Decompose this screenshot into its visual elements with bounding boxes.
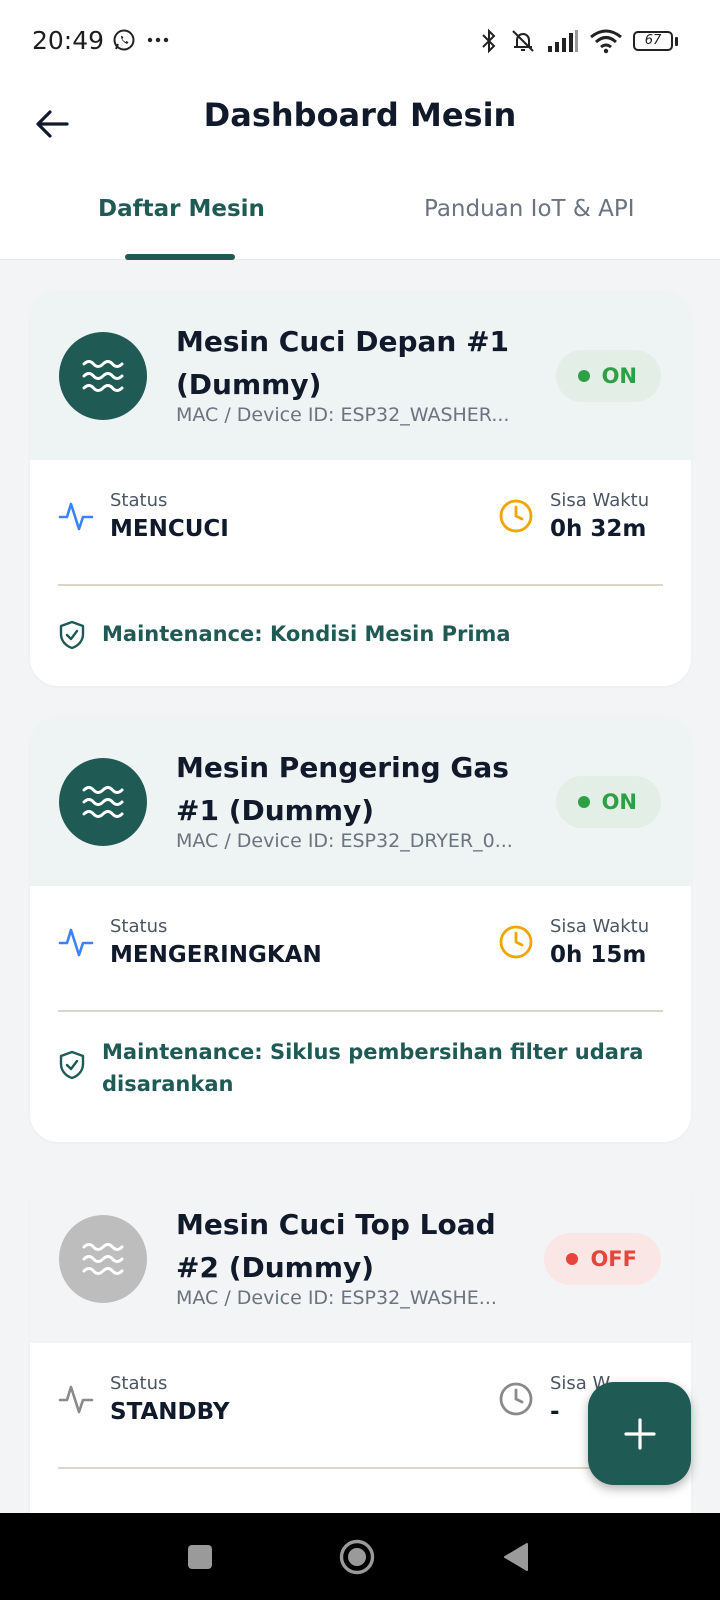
activity-icon [58,1385,94,1414]
remaining-time-value: 0h 32m [550,516,647,542]
add-machine-button[interactable] [588,1382,691,1485]
status-badge-label: OFF [590,1247,637,1271]
circle-icon [339,1539,375,1575]
triangle-back-icon [504,1543,528,1571]
status-bar: 20:49 67 [0,0,720,84]
machine-avatar [59,1215,147,1303]
activity-icon [58,502,94,531]
back-nav-button[interactable] [494,1535,538,1579]
divider [58,584,663,586]
mute-bell-icon [512,30,534,52]
remaining-time-value: 0h 15m [550,942,647,968]
status-badge: OFF [544,1233,661,1285]
tab-daftar-mesin[interactable]: Daftar Mesin [98,196,265,222]
page-title: Dashboard Mesin [203,96,517,134]
tab-bar: Daftar Mesin Panduan IoT & API [0,174,720,260]
machine-avatar [59,758,147,846]
recents-button[interactable] [178,1535,222,1579]
clock-icon [499,499,533,533]
whatsapp-icon [113,29,135,51]
shield-check-icon [59,620,85,650]
more-notifications-icon [147,37,169,43]
machine-name: Mesin Cuci Depan #1 (Dummy) [176,325,510,401]
clock-icon [499,925,533,959]
app-bar: Dashboard Mesin [0,84,720,174]
activity-icon [58,928,94,957]
status-badge: ON [555,776,661,828]
waves-icon [82,786,124,818]
maintenance-note: Maintenance: Kondisi Mesin Prima [102,622,511,646]
status-dot [577,370,590,382]
status-dot [566,1253,579,1265]
machine-device-id: MAC / Device ID: ESP32_WASHER... [176,404,510,426]
battery-level: 67 [633,31,673,51]
machine-device-id: MAC / Device ID: ESP32_WASHE... [176,1287,497,1309]
status-label: Status [110,916,168,937]
bluetooth-icon [482,28,496,54]
waves-icon [82,1243,124,1275]
remaining-time-value: - [550,1399,560,1425]
remaining-time-label: Sisa Waktu [550,916,650,937]
clock-icon [499,1382,533,1416]
status-badge-label: ON [601,364,637,388]
status-label: Status [110,1373,168,1394]
shield-check-icon [59,1050,85,1080]
divider [58,1467,663,1469]
status-dot [577,796,590,808]
divider [58,1010,663,1012]
plus-icon [623,1417,656,1450]
battery-icon: 67 [633,31,678,51]
signal-icon [548,30,578,52]
status-badge: ON [555,350,661,402]
machine-name: Mesin Cuci Top Load #2 (Dummy) [176,1208,496,1284]
tab-panduan-iot-api[interactable]: Panduan IoT & API [424,196,635,222]
machine-name: Mesin Pengering Gas #1 (Dummy) [176,751,509,827]
status-label: Status [110,490,168,511]
square-icon [188,1545,212,1569]
machine-card[interactable]: Mesin Pengering Gas #1 (Dummy) MAC / Dev… [30,716,691,1142]
status-badge-label: ON [601,790,637,814]
system-navigation-bar [0,1513,720,1600]
machine-avatar [59,332,147,420]
status-value: MENGERINGKAN [110,942,322,968]
machine-device-id: MAC / Device ID: ESP32_DRYER_0... [176,830,513,852]
machine-card[interactable]: Mesin Cuci Depan #1 (Dummy) MAC / Device… [30,290,691,686]
remaining-time-label: Sisa Waktu [550,490,650,511]
home-button[interactable] [335,1535,379,1579]
status-value: STANDBY [110,1399,230,1425]
tab-active-indicator [125,254,235,260]
waves-icon [82,360,124,392]
wifi-icon [590,29,622,54]
status-time: 20:49 [32,26,105,55]
maintenance-note: Maintenance: Siklus pembersihan filter u… [102,1040,644,1096]
status-value: MENCUCI [110,516,229,542]
